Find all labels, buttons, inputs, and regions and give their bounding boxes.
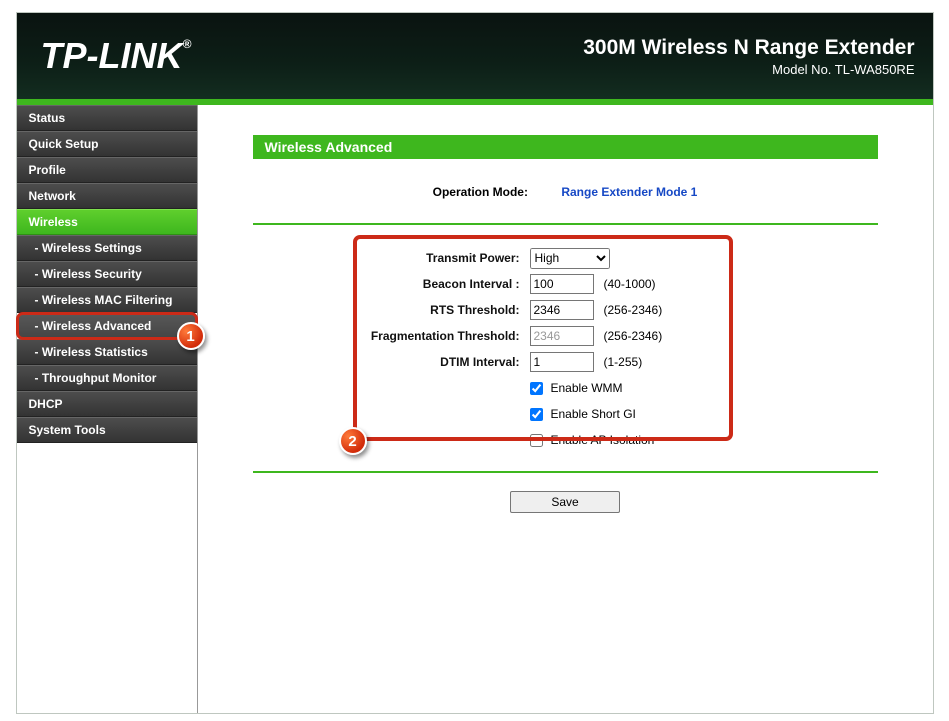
enable-ap-isolation-label: Enable AP Isolation — [551, 433, 655, 447]
sidebar-item-dhcp[interactable]: DHCP — [17, 391, 197, 417]
divider — [253, 223, 878, 225]
save-button[interactable]: Save — [510, 491, 620, 513]
sidebar-item-wireless-advanced[interactable]: - Wireless Advanced — [17, 313, 197, 339]
dtim-interval-hint: (1-255) — [604, 355, 643, 369]
sidebar-item-wireless-statistics[interactable]: - Wireless Statistics — [17, 339, 197, 365]
sidebar-item-network[interactable]: Network — [17, 183, 197, 209]
sidebar-item-wireless-security[interactable]: - Wireless Security — [17, 261, 197, 287]
enable-wmm-checkbox[interactable] — [530, 382, 543, 395]
sidebar: Status Quick Setup Profile Network Wirel… — [17, 105, 197, 713]
dtim-interval-input[interactable] — [530, 352, 594, 372]
fragmentation-threshold-label: Fragmentation Threshold: — [253, 329, 530, 343]
operation-mode-row: Operation Mode: Range Extender Mode 1 — [253, 181, 878, 213]
page-title: Wireless Advanced — [253, 135, 878, 159]
beacon-interval-input[interactable] — [530, 274, 594, 294]
sidebar-item-wireless[interactable]: Wireless — [17, 209, 197, 235]
transmit-power-select[interactable]: High — [530, 248, 610, 269]
sidebar-item-profile[interactable]: Profile — [17, 157, 197, 183]
rts-threshold-label: RTS Threshold: — [253, 303, 530, 317]
operation-mode-value: Range Extender Mode 1 — [561, 185, 697, 199]
dtim-interval-label: DTIM Interval: — [253, 355, 530, 369]
transmit-power-label: Transmit Power: — [253, 251, 530, 265]
sidebar-item-wireless-mac-filtering[interactable]: - Wireless MAC Filtering — [17, 287, 197, 313]
beacon-interval-hint: (40-1000) — [604, 277, 656, 291]
product-title: 300M Wireless N Range Extender — [583, 36, 914, 60]
rts-threshold-hint: (256-2346) — [604, 303, 663, 317]
beacon-interval-label: Beacon Interval : — [253, 277, 530, 291]
annotation-badge-1: 1 — [177, 322, 205, 350]
enable-short-gi-checkbox[interactable] — [530, 408, 543, 421]
app-frame: TP-LINK® 300M Wireless N Range Extender … — [16, 12, 934, 714]
enable-ap-isolation-checkbox[interactable] — [530, 434, 543, 447]
header: TP-LINK® 300M Wireless N Range Extender … — [17, 13, 933, 99]
model-number: Model No. TL-WA850RE — [583, 62, 914, 77]
fragmentation-threshold-hint: (256-2346) — [604, 329, 663, 343]
sidebar-item-system-tools[interactable]: System Tools — [17, 417, 197, 443]
rts-threshold-input[interactable] — [530, 300, 594, 320]
sidebar-item-wireless-settings[interactable]: - Wireless Settings — [17, 235, 197, 261]
fragmentation-threshold-input[interactable] — [530, 326, 594, 346]
logo: TP-LINK® — [41, 35, 192, 77]
main-content: Wireless Advanced Operation Mode: Range … — [197, 105, 933, 713]
sidebar-item-status[interactable]: Status — [17, 105, 197, 131]
enable-wmm-label: Enable WMM — [551, 381, 623, 395]
header-right: 300M Wireless N Range Extender Model No.… — [583, 36, 914, 77]
sidebar-item-throughput-monitor[interactable]: - Throughput Monitor — [17, 365, 197, 391]
sidebar-item-quick-setup[interactable]: Quick Setup — [17, 131, 197, 157]
settings-form: 2 Transmit Power: High Beacon Interval :… — [253, 237, 878, 461]
annotation-badge-2: 2 — [339, 427, 367, 455]
operation-mode-label: Operation Mode: — [433, 185, 528, 199]
enable-short-gi-label: Enable Short GI — [551, 407, 636, 421]
